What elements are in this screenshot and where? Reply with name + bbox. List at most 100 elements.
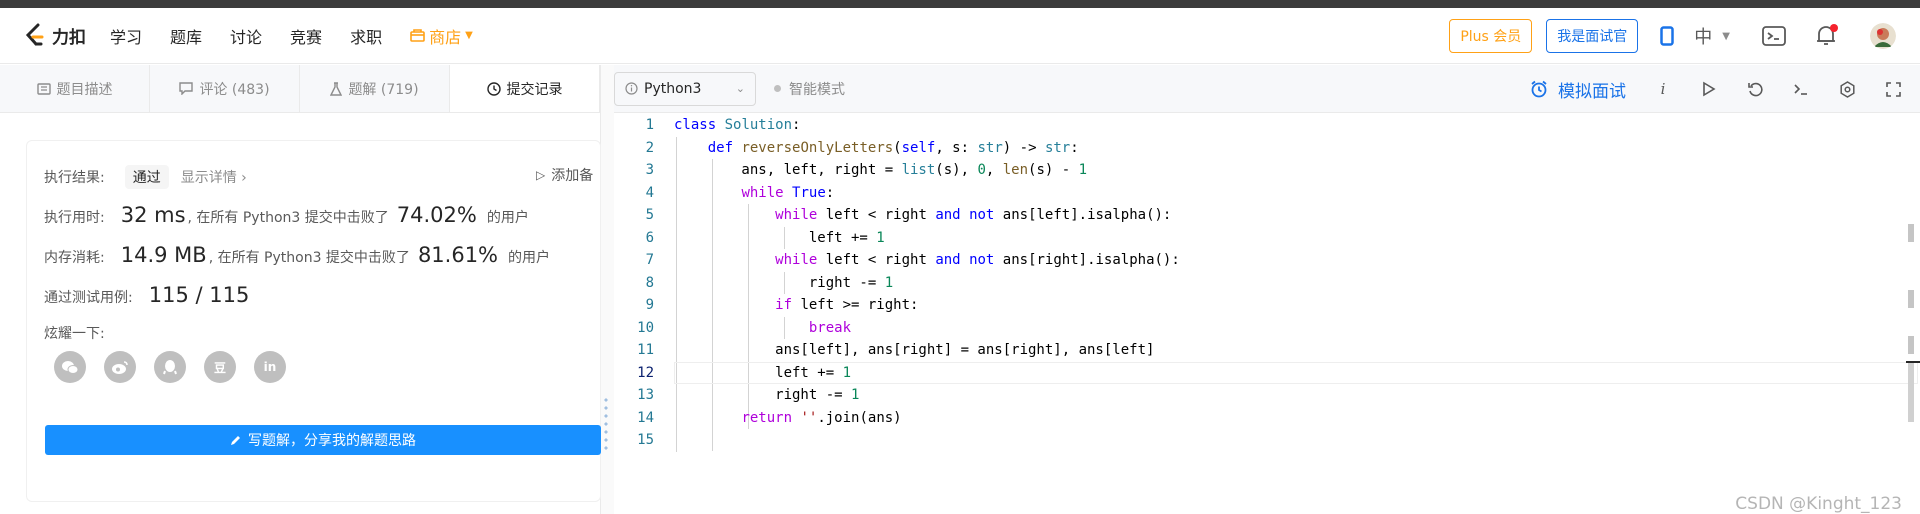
info-icon[interactable]: i [1654,80,1672,98]
status-badge: 通过 [124,165,169,189]
memory-tail: 的用户 [508,250,551,266]
code-text: def reverseOnlyLetters(self, s: str) -> … [707,139,1079,156]
language-select-value: Python3 [644,80,702,97]
wechat-icon[interactable] [54,351,86,383]
share-label: 炫耀一下: [44,326,105,342]
runtime-percentile: 74.02% [396,203,477,227]
store-label: 商店 [429,27,462,47]
code-editor-panel: Python3 ⌄ 智能模式 模拟面试 i 1 class Solution: … [614,65,1920,514]
scrollbar-marker [1908,224,1914,242]
memory-label: 内存消耗: [44,250,105,266]
testcases-value: 115 / 115 [148,283,250,307]
code-line: 1 class Solution: [614,114,1904,137]
douban-icon[interactable]: 豆 [204,351,236,383]
notification-bell-icon[interactable] [1816,8,1838,64]
show-details-label: 显示详情 [180,170,237,186]
line-number: 10 [637,319,654,336]
code-text: left += 1 [674,229,885,246]
write-solution-button[interactable]: 写题解，分享我的解题思路 [45,425,601,455]
interviewer-button[interactable]: 我是面试官 [1546,19,1639,53]
main-nav: 学习 题库 讨论 竞赛 求职 商店 ▼ [110,24,473,48]
smart-mode-dot [774,85,781,92]
code-text: left += 1 [674,364,852,381]
tab-comments[interactable]: 评论 (483) [150,65,300,112]
write-solution-label: 写题解，分享我的解题思路 [248,433,416,449]
code-text: while left < right and not ans[right].is… [775,252,1180,268]
nav-problems[interactable]: 题库 [170,24,202,48]
line-number: 15 [637,432,654,448]
line-number: 9 [645,297,654,313]
plus-member-button[interactable]: Plus 会员 [1449,19,1533,53]
alarm-clock-icon [1531,80,1547,98]
scrollbar-marker [1908,362,1914,422]
linkedin-glyph: in [263,360,277,374]
tab-solutions[interactable]: 题解 (719) [300,65,450,112]
avatar[interactable] [1870,23,1896,49]
weibo-icon[interactable] [104,351,136,383]
tab-description[interactable]: 题目描述 [0,65,150,112]
nav-learn[interactable]: 学习 [110,24,142,48]
line-number: 8 [645,274,654,291]
nav-contest[interactable]: 竞赛 [290,24,322,48]
result-row: 执行结果: 通过 显示详情 › [44,165,247,189]
code-line: 11 ans[left], ans[right] = ans[right], a… [614,339,1904,362]
clock-icon [486,81,501,96]
line-number: 14 [637,409,654,426]
console-icon[interactable] [1762,8,1786,64]
code-area[interactable]: 1 class Solution: 2 def reverseOnlyLetter… [614,114,1920,514]
code-text: return ''.join(ans) [741,409,902,426]
nav-jobs[interactable]: 求职 [350,24,382,48]
qq-icon[interactable] [154,351,186,383]
settings-gear-icon[interactable] [1838,80,1856,98]
line-number: 2 [645,139,654,156]
code-text: right -= 1 [674,387,860,403]
tab-description-label: 题目描述 [56,81,113,98]
browser-top-strip [0,0,1920,8]
mobile-icon[interactable] [1660,8,1675,64]
code-line: 3 ans, left, right = list(s), 0, len(s) … [614,159,1904,182]
show-details-link[interactable]: 显示详情 › [181,167,247,187]
tab-submissions-label: 提交记录 [506,81,563,98]
share-label-row: 炫耀一下: [44,323,105,343]
language-select[interactable]: Python3 ⌄ [614,71,756,106]
mock-interview-button[interactable]: 模拟面试 [1530,77,1626,102]
splitter-handle[interactable] [604,396,608,450]
add-note-button[interactable]: ▷ 添加备 [536,165,593,185]
nav-store[interactable]: 商店 ▼ [410,24,473,48]
linkedin-icon[interactable]: in [254,351,286,383]
line-number: 5 [645,207,654,223]
scrollbar-marker [1908,290,1914,308]
add-note-label: 添加备 [551,168,594,184]
code-text: while left < right and not ans[left].isa… [775,207,1172,223]
notification-dot [1830,24,1838,32]
result-label: 执行结果: [44,170,105,186]
tab-comments-label: 评论 (483) [199,81,270,98]
terminal-icon[interactable] [1792,80,1810,98]
testcases-label: 通过测试用例: [44,290,133,306]
logo[interactable]: 力扣 [24,23,86,49]
nav-discuss[interactable]: 讨论 [230,24,262,48]
smart-mode-toggle[interactable]: 智能模式 [774,79,845,99]
run-icon[interactable] [1700,80,1718,98]
tab-submissions[interactable]: 提交记录 [450,65,600,112]
line-number: 7 [645,252,654,268]
code-line: 14 return ''.join(ans) [614,407,1904,430]
watermark: CSDN @Kinght_123 [1735,494,1902,514]
code-text: class Solution: [674,117,801,133]
memory-percentile: 81.61% [417,243,499,267]
code-text: ans[left], ans[right] = ans[right], ans[… [674,342,1155,358]
douban-glyph: 豆 [213,360,226,375]
line-number: 13 [637,387,654,403]
runtime-label: 执行用时: [44,210,105,226]
fullscreen-icon[interactable] [1884,80,1902,98]
code-line: 8 right -= 1 [614,272,1904,295]
flask-icon [330,81,343,96]
chevron-down-icon: ⌄ [735,82,745,95]
code-line: 10 break [614,317,1904,340]
current-line-highlight [674,361,1918,384]
editor-actions: 模拟面试 i [1530,65,1902,113]
reset-icon[interactable] [1746,80,1764,98]
language-switch[interactable]: 中 ▼ [1694,23,1730,49]
editor-toolbar: Python3 ⌄ 智能模式 模拟面试 i [614,65,1920,113]
smart-mode-label: 智能模式 [789,81,845,98]
